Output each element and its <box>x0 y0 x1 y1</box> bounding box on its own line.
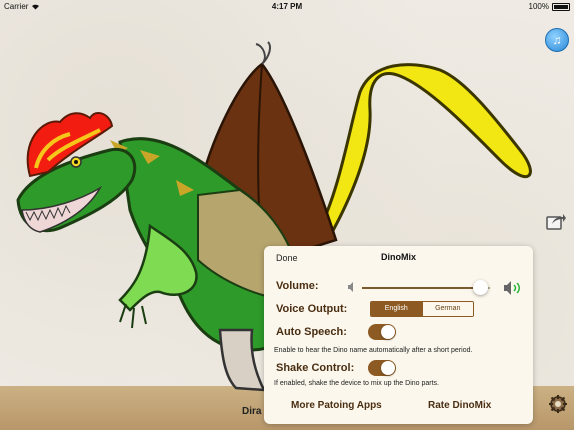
settings-popover: Done DinoMix Volume: Voice Output: Engli… <box>264 246 533 424</box>
shake-control-label: Shake Control: <box>276 362 355 374</box>
toggle-knob <box>381 325 395 339</box>
volume-slider-fill <box>362 287 480 289</box>
status-time: 4:17 PM <box>271 2 303 11</box>
shake-control-hint: If enabled, shake the device to mix up t… <box>274 380 439 387</box>
battery-percent: 100% <box>528 2 549 11</box>
volume-high-icon <box>504 281 520 295</box>
settings-header: Done DinoMix <box>264 246 533 268</box>
auto-speech-toggle[interactable] <box>368 324 396 340</box>
volume-slider-thumb[interactable] <box>472 280 488 295</box>
rate-app-link[interactable]: Rate DinoMix <box>428 400 491 411</box>
share-icon[interactable] <box>546 212 566 230</box>
voice-option-german[interactable]: German <box>421 302 473 316</box>
battery-icon <box>552 2 570 11</box>
settings-title: DinoMix <box>381 252 416 262</box>
music-note-icon[interactable]: ♫ <box>545 28 569 52</box>
volume-low-icon <box>348 282 353 292</box>
toggle-knob <box>381 361 395 375</box>
volume-slider[interactable] <box>362 287 490 289</box>
voice-option-english[interactable]: English <box>371 302 422 316</box>
voice-output-selector: English German <box>370 301 474 317</box>
auto-speech-label: Auto Speech: <box>276 326 347 338</box>
gear-icon[interactable] <box>548 394 568 414</box>
status-bar: Carrier 4:17 PM 100% <box>0 0 574 13</box>
auto-speech-hint: Enable to hear the Dino name automatical… <box>274 347 473 354</box>
status-right: 100% <box>529 2 570 11</box>
voice-output-label: Voice Output: <box>276 303 348 315</box>
volume-label: Volume: <box>276 280 319 292</box>
dino-tail <box>315 63 532 238</box>
shake-control-toggle[interactable] <box>368 360 396 376</box>
more-apps-link[interactable]: More Patoing Apps <box>291 400 382 411</box>
dino-name-label: Dira <box>242 406 262 417</box>
